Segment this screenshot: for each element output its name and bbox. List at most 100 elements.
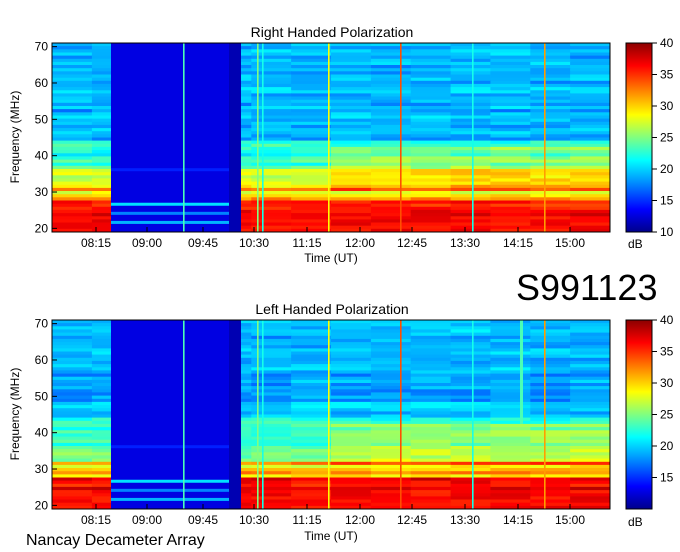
spectrogram-cell — [331, 106, 372, 110]
spectrogram-cell — [331, 209, 372, 214]
spectrogram-cell — [410, 99, 452, 104]
spectrogram-cell — [52, 496, 93, 500]
spectrogram-cell — [490, 411, 531, 415]
spectrogram-cell — [530, 439, 571, 444]
spectrogram-cell — [530, 335, 571, 340]
spectrogram-cell — [52, 222, 93, 227]
spectrogram-cell — [450, 49, 491, 53]
spectrogram-cell — [410, 140, 452, 145]
spectrogram-cell — [450, 446, 491, 450]
spectrogram-cell — [370, 326, 412, 330]
spectrogram-cell — [331, 389, 372, 393]
spectrogram-cell — [490, 433, 531, 437]
spectrogram-cell — [530, 112, 571, 116]
spectrogram-cell — [52, 140, 93, 145]
colorbar-tick-label: 30 — [660, 376, 674, 390]
spectrogram-cell — [291, 93, 332, 97]
spectrogram-cell — [490, 61, 531, 66]
x-tick-label: 08:15 — [81, 513, 111, 527]
spectrogram-cell — [490, 178, 531, 182]
spectrogram-cell — [450, 209, 491, 214]
spectrogram-cell — [331, 87, 372, 91]
spectrogram-cell — [331, 392, 372, 396]
spectrogram-cell — [490, 93, 531, 97]
colorbar-tick-label: 40 — [660, 36, 674, 50]
spectrogram-cell — [450, 395, 491, 400]
spectrogram-cell — [450, 46, 491, 50]
spectrogram-cell — [331, 80, 372, 85]
spectrogram-cell — [52, 442, 93, 447]
spectrogram-plot — [52, 43, 611, 233]
spectrogram-cell — [291, 175, 332, 179]
spectrogram-cell — [490, 83, 531, 88]
spectrogram-cell — [490, 417, 531, 422]
x-tick-label: 11:15 — [292, 236, 321, 250]
spectrogram-cell — [530, 159, 571, 164]
chart-title: Left Handed Polarization — [255, 301, 408, 317]
spectrogram-cell — [570, 77, 611, 82]
spectrogram-cell — [530, 58, 571, 63]
spectrogram-cell — [291, 446, 332, 450]
spectrogram-cell — [490, 496, 531, 500]
spectrogram-cell — [530, 197, 571, 201]
spectrogram-cell — [291, 87, 332, 91]
colorbar-tick-label: 25 — [660, 408, 674, 422]
spectrogram-cell — [291, 99, 332, 104]
spectrogram-cell — [331, 65, 372, 69]
spectrogram-cell — [410, 496, 452, 500]
spectrogram-cell — [370, 222, 412, 227]
spectrogram-cell — [52, 417, 93, 422]
spectrogram-cell — [52, 197, 93, 201]
spectrogram-cell — [52, 351, 93, 356]
spectrogram-cell — [410, 96, 452, 101]
spectrogram-cell — [570, 143, 611, 148]
spectrogram-cell — [450, 439, 491, 444]
spectrogram-cell — [410, 499, 452, 504]
spectrogram-cell — [52, 184, 93, 189]
spectrogram-cell — [52, 480, 93, 485]
spectrogram-cell — [331, 83, 372, 88]
spectrogram-cell — [530, 364, 571, 368]
colorbar-tick-label: 25 — [660, 131, 674, 145]
spectrogram-cell — [450, 320, 491, 324]
spectrogram-cell — [570, 427, 611, 431]
spectrogram-cell — [291, 109, 332, 113]
spectrogram-cell — [410, 401, 452, 406]
spectrogram-cell — [530, 376, 571, 381]
spectrogram-cell — [450, 68, 491, 72]
spectrogram-cell — [291, 320, 332, 324]
spectrogram-cell — [570, 423, 611, 428]
spectrogram-cell — [331, 351, 372, 356]
spectrogram-cell — [291, 427, 332, 431]
spectrogram-cell — [450, 430, 491, 434]
spectrogram-cell — [331, 486, 372, 491]
spectrogram-cell — [52, 83, 93, 88]
spectrogram-cell — [370, 370, 412, 374]
spectrogram-cell — [450, 96, 491, 101]
spectrogram-cell — [52, 153, 93, 157]
spectrogram-cell — [490, 392, 531, 396]
spectrogram-cell — [331, 222, 372, 227]
spectrogram-cell — [52, 112, 93, 116]
spectrogram-cell — [291, 351, 332, 356]
spectrogram-cell — [490, 102, 531, 107]
spectrogram-cell — [570, 345, 611, 349]
spectrogram-cell — [331, 455, 372, 459]
spectrogram-cell — [291, 354, 332, 359]
spectrogram-cell — [450, 146, 491, 151]
spectrogram-cell — [570, 486, 611, 491]
spectrogram-cell — [450, 373, 491, 378]
spectrogram-cell — [450, 52, 491, 57]
spectrogram-cell — [450, 71, 491, 75]
spectrogram-cell — [52, 338, 93, 343]
spectrogram-cell — [530, 46, 571, 50]
spectrogram-cell — [291, 490, 332, 494]
spectrogram-cell — [490, 464, 531, 469]
spectrogram-cell — [570, 414, 611, 419]
spectrogram-cell — [410, 49, 452, 53]
spectrogram-cell — [450, 169, 491, 173]
spectrogram-cell — [370, 169, 412, 173]
spectrogram-cell — [450, 109, 491, 113]
spectrogram-cell — [570, 222, 611, 227]
spectrogram-cell — [291, 461, 332, 466]
